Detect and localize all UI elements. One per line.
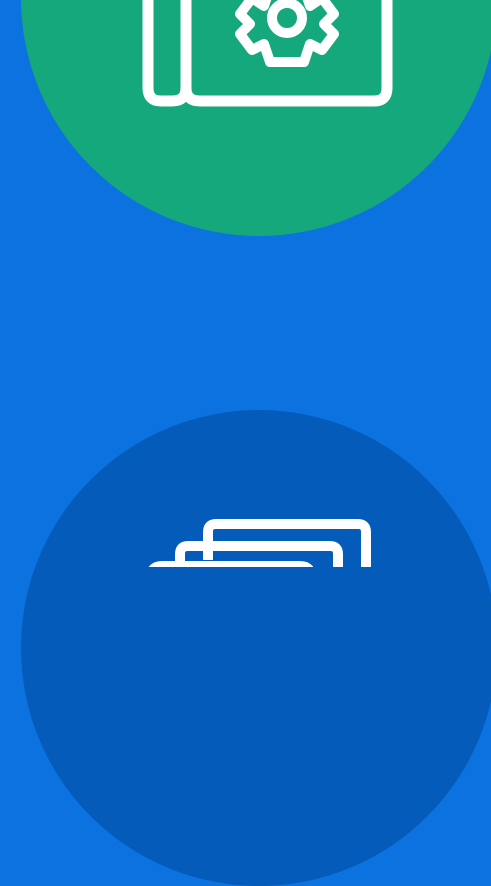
stacked-documents-icon (148, 519, 371, 567)
